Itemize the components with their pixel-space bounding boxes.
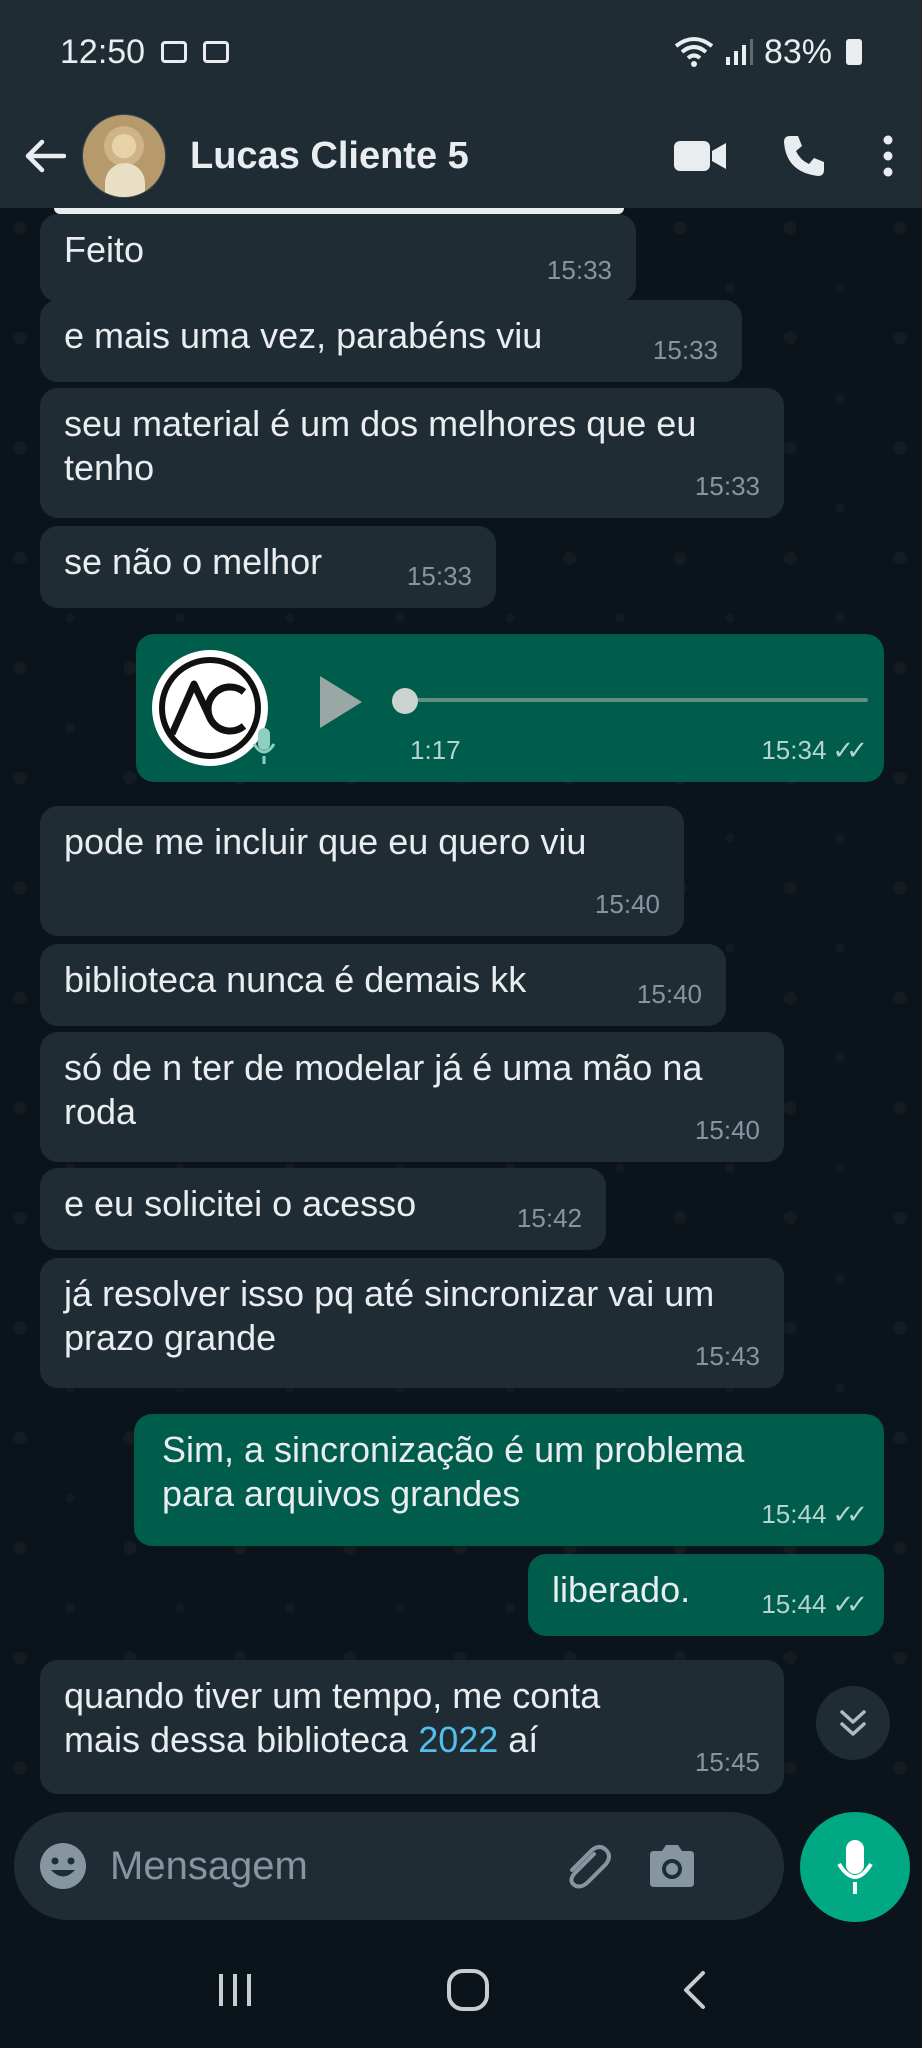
message-input-bar (14, 1812, 784, 1920)
system-navigation-bar (0, 1932, 922, 2048)
recent-apps-icon[interactable] (215, 1972, 255, 2008)
double-check-icon: ✓✓ (832, 735, 867, 765)
signal-icon (725, 39, 753, 65)
voice-mic-icon (252, 728, 276, 764)
nav-back-icon[interactable] (681, 1970, 707, 2010)
message-text: e eu solicitei o acesso (64, 1183, 417, 1224)
message-text: liberado. (552, 1569, 691, 1610)
microphone-icon (837, 1840, 873, 1894)
audio-progress-track[interactable] (400, 698, 868, 702)
message-incoming[interactable]: Feito 15:33 (40, 214, 636, 302)
message-outgoing[interactable]: liberado. 15:44 ✓✓ (528, 1554, 884, 1636)
gallery-notification-icon (161, 41, 188, 63)
message-text: só de n ter de modelar já é uma mão na r… (64, 1047, 703, 1132)
message-text: biblioteca nunca é demais kk (64, 959, 527, 1000)
chat-area[interactable]: Feito 15:33 e mais uma vez, parabéns viu… (0, 208, 922, 1808)
message-incoming[interactable]: quando tiver um tempo, me conta mais des… (40, 1660, 784, 1794)
double-check-icon: ✓✓ (832, 1589, 867, 1619)
message-incoming[interactable]: já resolver isso pq até sincronizar vai … (40, 1258, 784, 1388)
voice-message-outgoing[interactable]: 1:17 15:34 ✓✓ (136, 634, 884, 782)
battery-icon (846, 39, 862, 65)
message-incoming[interactable]: e eu solicitei o acesso 15:42 (40, 1168, 606, 1250)
message-time: 15:45 (694, 1747, 760, 1777)
message-time: 15:44 ✓✓ (761, 1589, 868, 1619)
voice-record-button[interactable] (800, 1812, 910, 1922)
battery-percent: 83% (763, 32, 832, 71)
scroll-to-bottom-button[interactable] (816, 1686, 890, 1760)
message-incoming[interactable]: pode me incluir que eu quero viu 15:40 (40, 806, 684, 936)
message-incoming[interactable]: biblioteca nunca é demais kk 15:40 (40, 944, 726, 1026)
message-incoming[interactable]: só de n ter de modelar já é uma mão na r… (40, 1032, 784, 1162)
home-icon[interactable] (446, 1968, 490, 2012)
message-outgoing[interactable]: Sim, a sincronização é um problema para … (134, 1414, 884, 1546)
audio-duration: 1:17 (410, 735, 461, 765)
play-icon[interactable] (316, 674, 364, 730)
message-text: pode me incluir que eu quero viu (64, 821, 587, 862)
message-link[interactable]: 2022 (418, 1719, 498, 1760)
voicemail-notification-icon (203, 41, 230, 63)
message-time: 15:42 (516, 1203, 582, 1233)
status-time: 12:50 (60, 32, 146, 71)
status-bar: 12:50 83% (0, 0, 922, 104)
camera-icon[interactable] (646, 1843, 698, 1889)
message-text: seu material é um dos melhores que eu te… (64, 403, 697, 488)
video-call-icon[interactable] (674, 139, 726, 173)
message-text: Feito (64, 229, 145, 270)
double-chevron-down-icon (840, 1710, 866, 1736)
message-time: 15:40 (594, 889, 660, 919)
back-arrow-icon[interactable] (20, 131, 70, 181)
double-check-icon: ✓✓ (832, 1499, 867, 1529)
chat-header: Lucas Cliente 5 (0, 104, 922, 208)
wifi-icon (674, 37, 714, 67)
emoji-icon[interactable] (38, 1841, 88, 1891)
voice-call-icon[interactable] (782, 134, 826, 178)
message-input[interactable] (110, 1843, 550, 1889)
message-text: Sim, a sincronização é um problema para … (162, 1429, 745, 1514)
more-options-icon[interactable] (882, 134, 894, 178)
message-time: 15:40 (694, 1115, 760, 1145)
message-text: e mais uma vez, parabéns viu (64, 315, 543, 356)
message-text: se não o melhor (64, 541, 323, 582)
message-time: 15:33 (694, 471, 760, 501)
message-time: 15:33 (406, 561, 472, 591)
message-text: já resolver isso pq até sincronizar vai … (64, 1273, 715, 1358)
message-time: 15:34 ✓✓ (761, 735, 868, 765)
message-time: 15:33 (652, 335, 718, 365)
message-time: 15:33 (546, 255, 612, 285)
attach-icon[interactable] (560, 1840, 612, 1892)
message-time: 15:44 ✓✓ (761, 1499, 868, 1529)
message-incoming[interactable]: seu material é um dos melhores que eu te… (40, 388, 784, 518)
message-time: 15:43 (694, 1341, 760, 1371)
voice-message-avatar (152, 650, 268, 766)
message-incoming[interactable]: e mais uma vez, parabéns viu 15:33 (40, 300, 742, 382)
audio-seek-handle[interactable] (392, 688, 418, 714)
message-text-end: aí (498, 1719, 539, 1760)
message-time: 15:40 (636, 979, 702, 1009)
contact-name[interactable]: Lucas Cliente 5 (190, 135, 469, 178)
contact-avatar[interactable] (82, 114, 166, 198)
message-incoming[interactable]: se não o melhor 15:33 (40, 526, 496, 608)
